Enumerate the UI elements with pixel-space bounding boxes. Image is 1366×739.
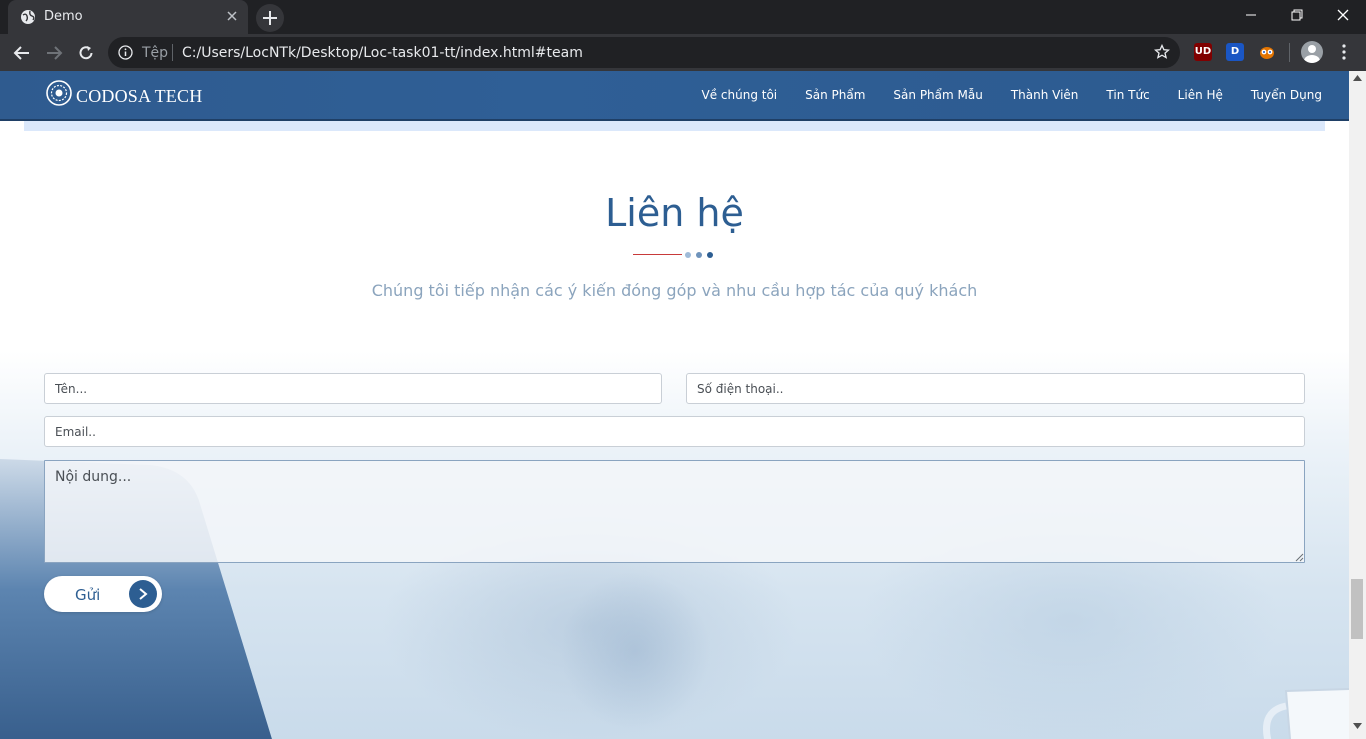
title-divider xyxy=(633,254,682,255)
resize-handle-icon[interactable] xyxy=(1294,552,1304,562)
scroll-up-arrow-icon[interactable] xyxy=(1353,75,1362,81)
restore-icon xyxy=(1291,9,1303,21)
nav-item-members[interactable]: Thành Viên xyxy=(1011,88,1079,102)
email-field[interactable] xyxy=(44,416,1305,447)
divider-dot xyxy=(707,252,713,258)
main-navigation: Về chúng tôi Sản Phẩm Sản Phẩm Mẫu Thành… xyxy=(674,88,1323,102)
address-bar[interactable]: Tệp C:/Users/LocNTk/Desktop/Loc-task01-t… xyxy=(108,37,1180,68)
section-subtitle: Chúng tôi tiếp nhận các ý kiến đóng góp … xyxy=(371,281,978,300)
toolbar-separator xyxy=(1289,43,1290,62)
nav-item-careers[interactable]: Tuyển Dụng xyxy=(1251,88,1322,102)
nav-item-sample-products[interactable]: Sản Phẩm Mẫu xyxy=(893,88,982,102)
profile-avatar[interactable] xyxy=(1301,41,1323,63)
restore-button[interactable] xyxy=(1274,0,1320,30)
browser-tab[interactable]: Demo xyxy=(8,0,248,34)
background-blur xyxy=(560,571,710,731)
owl-extension-icon[interactable] xyxy=(1258,43,1276,61)
phone-field[interactable] xyxy=(686,373,1305,404)
person-icon xyxy=(1304,45,1320,63)
arrow-right-icon xyxy=(47,46,63,60)
minimize-button[interactable] xyxy=(1228,0,1274,30)
browser-toolbar: Tệp C:/Users/LocNTk/Desktop/Loc-task01-t… xyxy=(0,34,1366,71)
more-options-icon[interactable] xyxy=(1336,43,1352,61)
logo-icon[interactable] xyxy=(46,80,72,106)
new-tab-button[interactable] xyxy=(256,4,284,32)
message-field[interactable] xyxy=(44,460,1305,563)
nav-item-products[interactable]: Sản Phẩm xyxy=(805,88,865,102)
plus-icon xyxy=(263,11,277,25)
arrow-left-icon xyxy=(13,46,29,60)
info-icon[interactable] xyxy=(118,45,133,60)
dashlane-icon[interactable]: D xyxy=(1226,43,1244,61)
site-header: CODOSA TECH Về chúng tôi Sản Phẩm Sản Ph… xyxy=(0,71,1349,121)
logo-text[interactable]: CODOSA TECH xyxy=(76,86,202,107)
close-window-button[interactable] xyxy=(1320,0,1366,30)
section-strip xyxy=(24,121,1325,131)
divider-dot xyxy=(696,252,702,258)
scroll-down-arrow-icon[interactable] xyxy=(1353,723,1362,729)
minimize-icon xyxy=(1246,14,1256,16)
close-tab-icon[interactable] xyxy=(224,8,240,24)
close-icon xyxy=(1337,9,1349,21)
globe-icon xyxy=(21,10,35,24)
owl-icon xyxy=(1260,47,1274,59)
nav-item-news[interactable]: Tin Tức xyxy=(1106,88,1149,102)
tab-title: Demo xyxy=(44,9,83,24)
submit-button[interactable]: Gửi xyxy=(44,576,162,612)
reload-button[interactable] xyxy=(73,40,99,66)
page-viewport: CODOSA TECH Về chúng tôi Sản Phẩm Sản Ph… xyxy=(0,71,1349,739)
nav-item-about[interactable]: Về chúng tôi xyxy=(702,88,778,102)
submit-label: Gửi xyxy=(75,586,101,604)
browser-titlebar: Demo xyxy=(0,0,1366,34)
background-mug xyxy=(1263,688,1349,739)
section-title: Liên hệ xyxy=(605,191,744,235)
omnibox-separator xyxy=(172,44,173,61)
nav-item-contact[interactable]: Liên Hệ xyxy=(1178,88,1223,102)
bookmark-star-icon[interactable] xyxy=(1154,44,1170,60)
chevron-right-icon xyxy=(129,580,157,608)
name-field[interactable] xyxy=(44,373,662,404)
forward-button[interactable] xyxy=(41,40,67,66)
divider-dot xyxy=(685,252,691,258)
reload-icon xyxy=(79,46,93,60)
page-scrollbar[interactable] xyxy=(1349,71,1366,739)
url-scheme-label: Tệp xyxy=(142,45,169,61)
ublock-icon[interactable]: UD xyxy=(1194,43,1212,61)
url-text[interactable]: C:/Users/LocNTk/Desktop/Loc-task01-tt/in… xyxy=(182,45,583,61)
back-button[interactable] xyxy=(9,40,35,66)
scrollbar-thumb[interactable] xyxy=(1351,579,1363,639)
